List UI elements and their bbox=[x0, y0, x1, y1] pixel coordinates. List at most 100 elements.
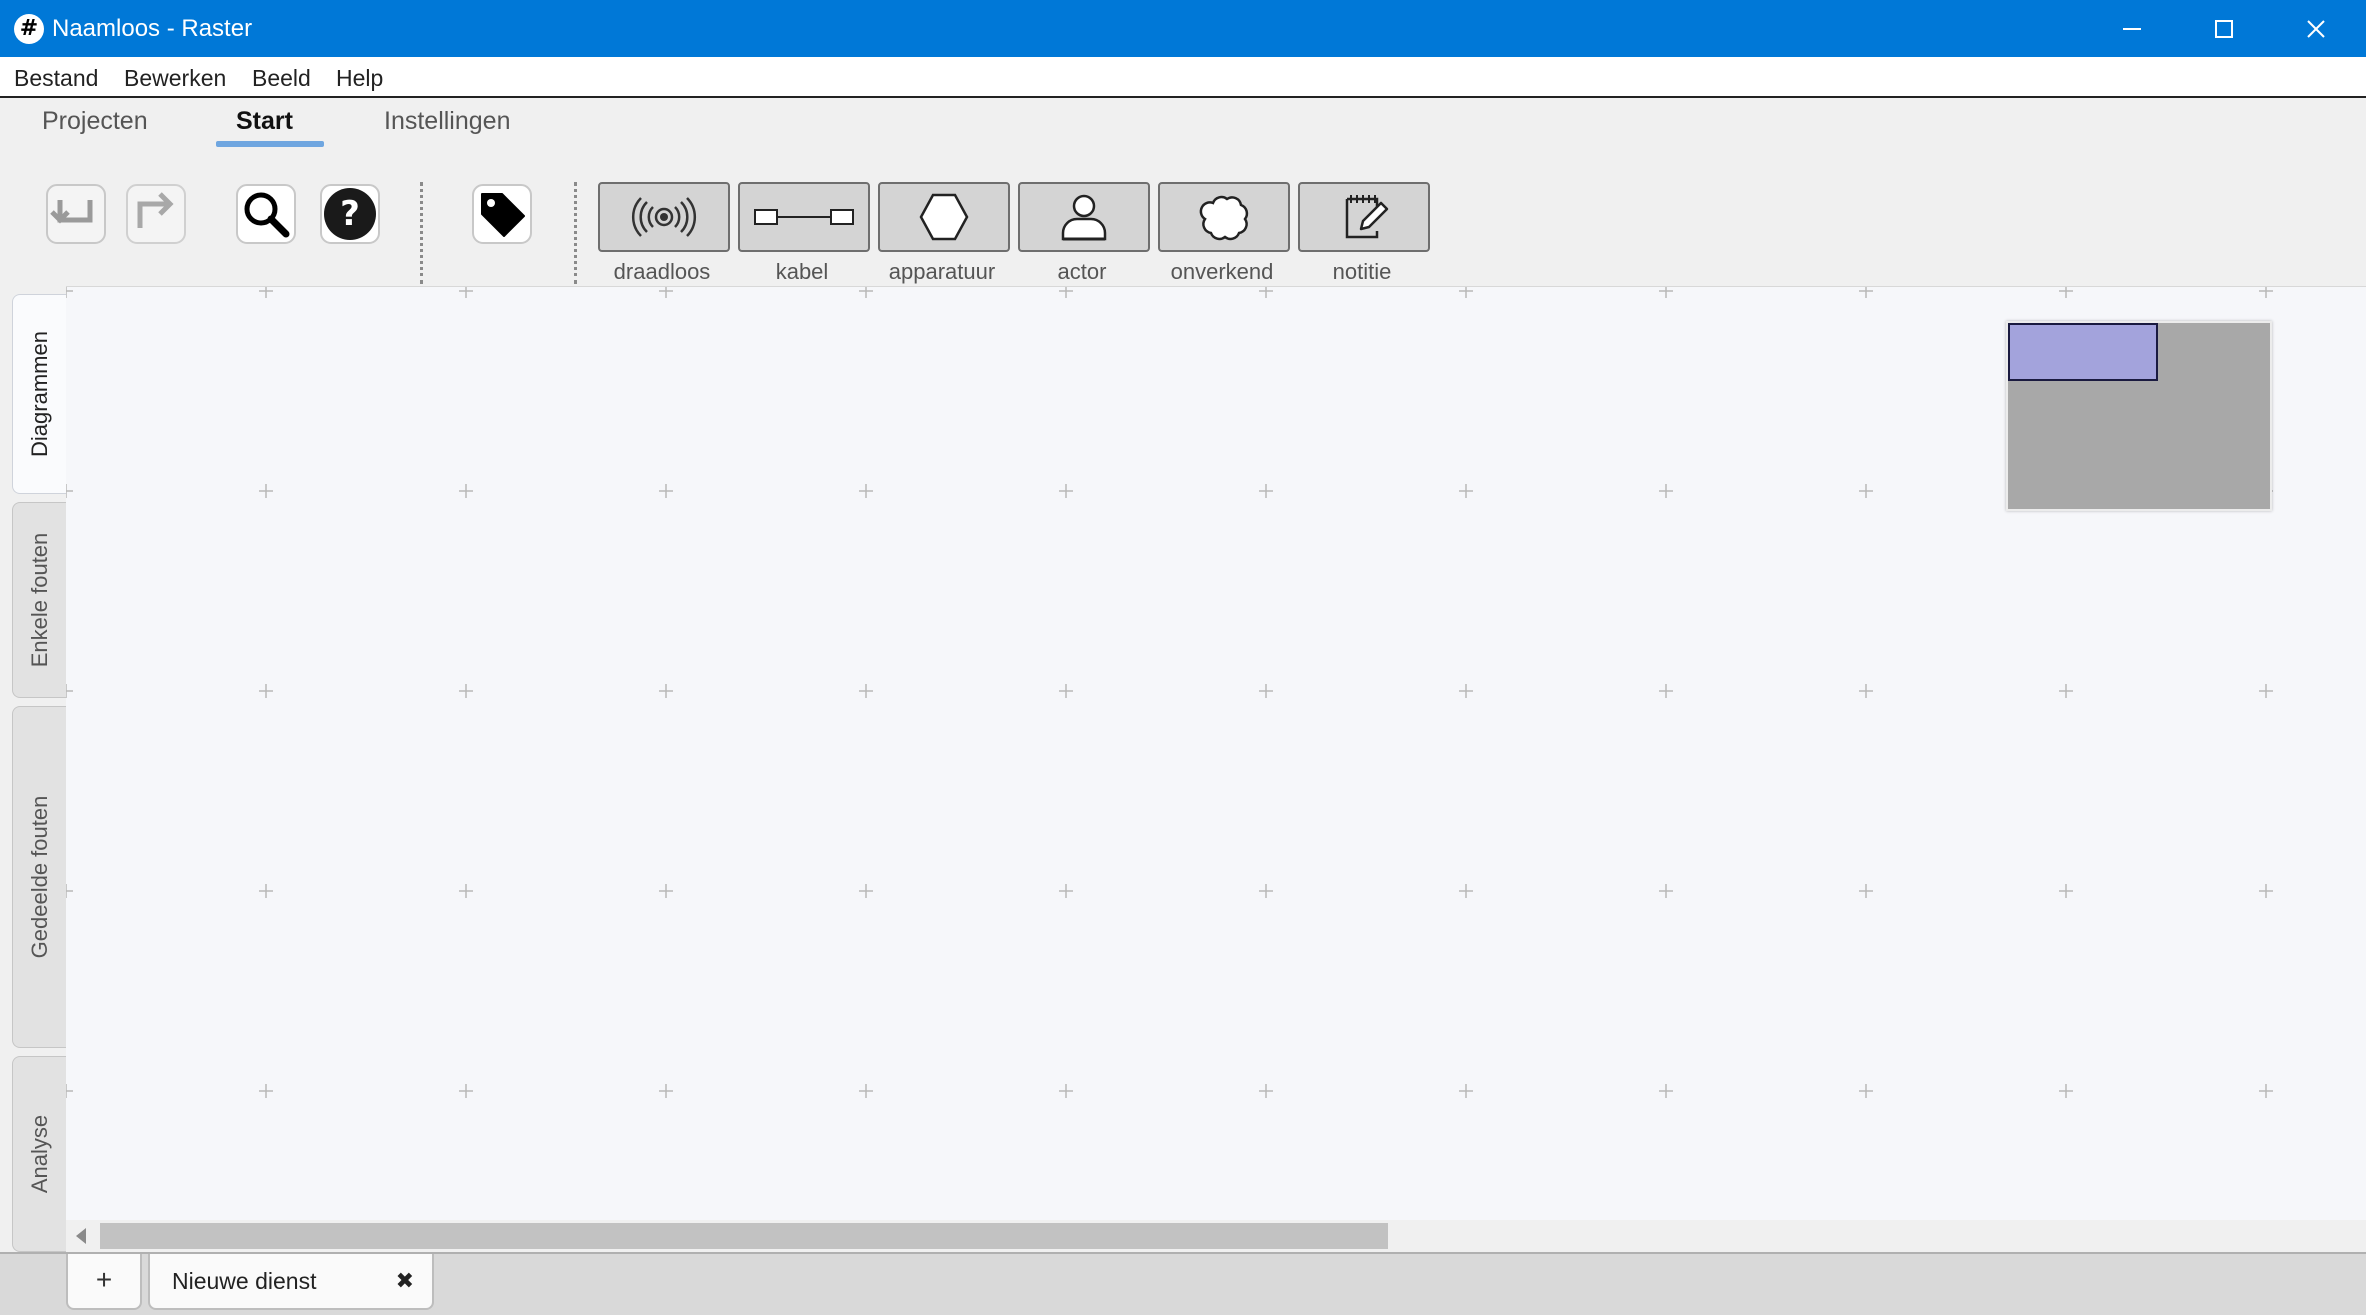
shape-label-actor: actor bbox=[1057, 259, 1107, 284]
menu-bewerken[interactable]: Bewerken bbox=[124, 63, 226, 93]
grid-marker bbox=[859, 684, 873, 698]
tab-start[interactable]: Start bbox=[236, 103, 293, 139]
grid-marker bbox=[1459, 484, 1473, 498]
redo-button[interactable] bbox=[124, 182, 188, 246]
minimap[interactable] bbox=[2006, 321, 2272, 511]
side-tab-analyse[interactable]: Analyse bbox=[12, 1056, 66, 1252]
menu-help[interactable]: Help bbox=[336, 63, 383, 93]
shape-actor-button[interactable] bbox=[1018, 182, 1150, 252]
grid-marker bbox=[1259, 684, 1273, 698]
horizontal-scrollbar[interactable] bbox=[66, 1220, 2366, 1252]
redo-icon bbox=[126, 184, 186, 244]
grid-marker bbox=[1859, 884, 1873, 898]
menu-bar: Bestand Bewerken Beeld Help bbox=[0, 57, 2366, 98]
window-title: Naamloos - Raster bbox=[52, 15, 253, 42]
scroll-left-icon[interactable] bbox=[76, 1228, 86, 1244]
grid-marker bbox=[659, 884, 673, 898]
wireless-icon bbox=[631, 197, 697, 237]
grid-marker bbox=[259, 684, 273, 698]
grid-marker bbox=[659, 1084, 673, 1098]
grid-marker bbox=[1259, 287, 1273, 298]
maximize-button[interactable] bbox=[2178, 0, 2270, 57]
search-button[interactable] bbox=[234, 182, 298, 246]
grid-marker bbox=[1659, 484, 1673, 498]
grid-marker bbox=[2259, 684, 2273, 698]
grid-marker bbox=[2059, 1084, 2073, 1098]
close-tab-icon[interactable]: ✖ bbox=[396, 1266, 414, 1296]
label-button[interactable] bbox=[470, 182, 534, 246]
tab-instellingen[interactable]: Instellingen bbox=[384, 103, 510, 139]
close-button[interactable] bbox=[2270, 0, 2362, 57]
grid-marker bbox=[459, 684, 473, 698]
grid-marker bbox=[2059, 287, 2073, 298]
grid-marker bbox=[2059, 684, 2073, 698]
scrollbar-thumb[interactable] bbox=[100, 1223, 1388, 1249]
grid-marker bbox=[66, 684, 73, 698]
grid-marker bbox=[66, 484, 73, 498]
side-tab-enkele-fouten[interactable]: Enkele fouten bbox=[12, 502, 66, 698]
tag-icon bbox=[472, 184, 532, 244]
grid-marker bbox=[1459, 1084, 1473, 1098]
side-tab-label: Diagrammen bbox=[26, 331, 52, 457]
svg-text:?: ? bbox=[340, 194, 360, 234]
grid-marker bbox=[259, 1084, 273, 1098]
side-tab-label: Analyse bbox=[26, 1114, 52, 1194]
grid-marker bbox=[459, 884, 473, 898]
side-tab-label: Gedeelde fouten bbox=[26, 795, 52, 959]
search-icon bbox=[236, 184, 296, 244]
document-tab-bar: + Nieuwe dienst ✖ bbox=[0, 1252, 2366, 1315]
person-icon bbox=[1061, 194, 1107, 241]
grid-marker bbox=[2259, 287, 2273, 298]
tab-projecten[interactable]: Projecten bbox=[42, 103, 148, 139]
help-button[interactable]: ? bbox=[318, 182, 382, 246]
grid-marker bbox=[1059, 1084, 1073, 1098]
shape-kabel-button[interactable] bbox=[738, 182, 870, 252]
add-tab-button[interactable]: + bbox=[66, 1254, 142, 1310]
grid-marker bbox=[1459, 684, 1473, 698]
grid-marker bbox=[66, 287, 73, 298]
grid-marker bbox=[1459, 884, 1473, 898]
grid-marker bbox=[1659, 1084, 1673, 1098]
side-tab-label: Enkele fouten bbox=[26, 532, 52, 668]
shape-onverkend-button[interactable] bbox=[1158, 182, 1290, 252]
grid-marker bbox=[259, 287, 273, 298]
grid-marker bbox=[859, 1084, 873, 1098]
shape-label-onverkend: onverkend bbox=[1170, 259, 1274, 284]
grid-marker bbox=[659, 484, 673, 498]
side-tab-strip: Diagrammen Enkele fouten Gedeelde fouten… bbox=[0, 286, 66, 1256]
minimize-button[interactable] bbox=[2086, 0, 2178, 57]
shape-draadloos-button[interactable] bbox=[598, 182, 730, 252]
grid-marker bbox=[1859, 484, 1873, 498]
grid-marker bbox=[1059, 287, 1073, 298]
menu-beeld[interactable]: Beeld bbox=[252, 63, 311, 93]
minimap-viewport[interactable] bbox=[2008, 323, 2158, 381]
menu-bestand[interactable]: Bestand bbox=[14, 63, 98, 93]
grid-marker bbox=[1059, 684, 1073, 698]
grid-marker bbox=[1859, 287, 1873, 298]
grid-marker bbox=[1259, 1084, 1273, 1098]
grid-marker bbox=[259, 884, 273, 898]
shape-apparatuur-button[interactable] bbox=[878, 182, 1010, 252]
grid-marker bbox=[1659, 884, 1673, 898]
undo-button[interactable] bbox=[44, 182, 108, 246]
title-bar: # Naamloos - Raster bbox=[0, 0, 2366, 57]
shape-label-apparatuur: apparatuur bbox=[888, 259, 996, 284]
cloud-icon bbox=[1199, 195, 1249, 241]
grid-marker bbox=[1459, 287, 1473, 298]
grid-marker bbox=[2059, 884, 2073, 898]
shape-label-kabel: kabel bbox=[775, 259, 829, 284]
shape-label-notitie: notitie bbox=[1332, 259, 1392, 284]
side-tab-gedeelde-fouten[interactable]: Gedeelde fouten bbox=[12, 706, 66, 1048]
diagram-canvas[interactable] bbox=[66, 286, 2366, 1222]
grid-marker bbox=[859, 287, 873, 298]
side-tab-diagrammen[interactable]: Diagrammen bbox=[12, 294, 66, 494]
grid-marker bbox=[659, 684, 673, 698]
shape-notitie-button[interactable] bbox=[1298, 182, 1430, 252]
document-tab[interactable]: Nieuwe dienst ✖ bbox=[148, 1254, 434, 1310]
hexagon-icon bbox=[919, 193, 969, 241]
grid-marker bbox=[1259, 484, 1273, 498]
cable-icon bbox=[754, 209, 854, 225]
undo-icon bbox=[46, 184, 106, 244]
grid-marker bbox=[459, 1084, 473, 1098]
toolbar-separator bbox=[420, 182, 423, 284]
